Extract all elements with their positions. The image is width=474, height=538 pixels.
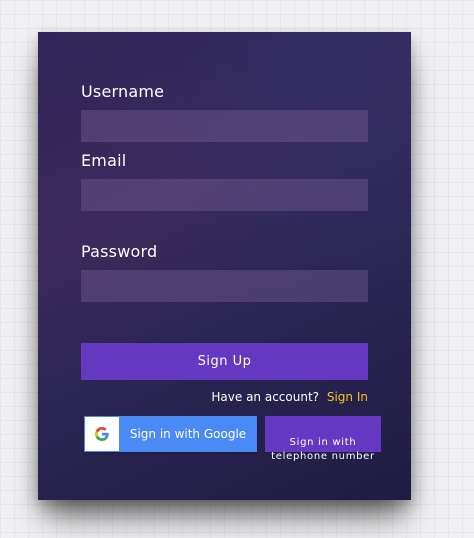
- phone-sign-in-label: Sign in with telephone number: [253, 436, 393, 464]
- sign-in-link[interactable]: Sign In: [327, 390, 368, 404]
- password-input[interactable]: [81, 270, 368, 302]
- signup-card: Username Email Password Sign Up Have an …: [38, 32, 411, 500]
- username-label: Username: [81, 82, 165, 101]
- google-g-icon: [95, 427, 109, 441]
- google-sign-in-label: Sign in with Google: [129, 427, 247, 441]
- sign-up-button[interactable]: Sign Up: [81, 343, 368, 380]
- phone-sign-in-button[interactable]: Sign in with telephone number: [265, 416, 381, 462]
- email-label: Email: [81, 151, 127, 170]
- have-account-text: Have an account?: [211, 390, 320, 404]
- phone-sign-in-label-line2: telephone number: [271, 451, 375, 462]
- password-label: Password: [81, 242, 158, 261]
- phone-sign-in-label-line1: Sign in with: [289, 437, 357, 448]
- email-input[interactable]: [81, 179, 368, 211]
- username-input[interactable]: [81, 110, 368, 142]
- have-account-row: Have an account? Sign In: [211, 390, 368, 404]
- google-icon-box: [85, 417, 119, 451]
- google-sign-in-button[interactable]: Sign in with Google: [84, 416, 257, 452]
